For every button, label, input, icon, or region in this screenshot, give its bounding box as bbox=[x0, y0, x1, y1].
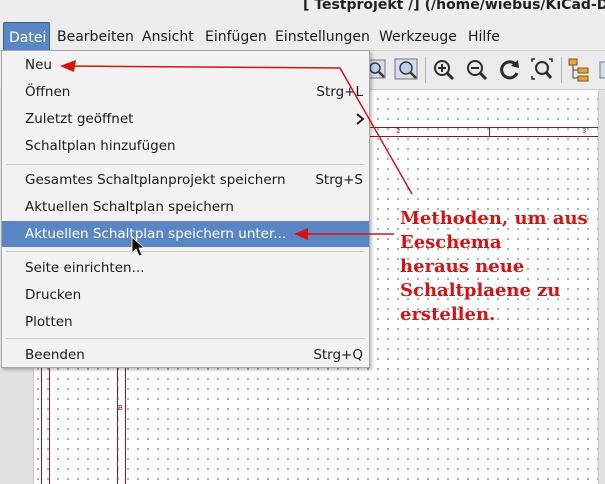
menu-separator bbox=[6, 338, 365, 339]
annotation-line: erstellen. bbox=[400, 304, 496, 325]
frame-border-top bbox=[370, 127, 598, 128]
window-title-bar: [ Testprojekt /] (/home/wiebus/KiCad-Dat… bbox=[0, 0, 605, 22]
zoom-page-icon[interactable] bbox=[393, 56, 421, 84]
menu-separator bbox=[6, 251, 365, 252]
menu-datei[interactable]: Datei bbox=[3, 22, 50, 50]
annotation-line: Eeschema bbox=[400, 232, 502, 253]
annotation-line: Methoden, um aus bbox=[400, 208, 588, 229]
menu-item-gesamtes-speichern[interactable]: Gesamtes Schaltplanprojekt speichern Str… bbox=[2, 167, 369, 193]
menu-item-aktuellen-speichern[interactable]: Aktuellen Schaltplan speichern bbox=[2, 194, 369, 220]
menu-separator bbox=[6, 164, 365, 165]
menu-item-drucken[interactable]: Drucken bbox=[2, 282, 369, 308]
menu-item-beenden[interactable]: Beenden Strg+Q bbox=[2, 342, 369, 368]
menu-item-seite-einrichten[interactable]: Seite einrichten... bbox=[2, 255, 369, 281]
redraw-icon[interactable] bbox=[496, 56, 524, 84]
annotation-line: heraus neue bbox=[400, 256, 525, 277]
frame-border-inner bbox=[370, 136, 598, 137]
menu-werkzeuge[interactable]: Werkzeuge bbox=[374, 22, 462, 50]
menu-einstellungen[interactable]: Einstellungen bbox=[270, 22, 375, 50]
shortcut-label: Strg+S bbox=[315, 172, 363, 188]
frame-divider bbox=[489, 127, 490, 137]
toolbar-separator bbox=[425, 57, 426, 83]
menu-item-oeffnen[interactable]: Öffnen Strg+L bbox=[2, 79, 369, 105]
menu-item-zuletzt-geoeffnet[interactable]: Zuletzt geöffnet bbox=[2, 106, 369, 132]
shortcut-label: Strg+Q bbox=[313, 347, 363, 363]
zoom-out-icon[interactable] bbox=[463, 56, 491, 84]
hierarchy-icon[interactable] bbox=[566, 56, 594, 84]
shortcut-label: Strg+L bbox=[316, 84, 363, 100]
annotation-line: Schaltplaene zu bbox=[400, 280, 561, 301]
frame-border-left bbox=[41, 368, 42, 484]
more-icon[interactable] bbox=[597, 56, 605, 84]
menu-item-neu[interactable]: Neu bbox=[2, 52, 369, 78]
window-title: [ Testprojekt /] (/home/wiebus/KiCad-Dat… bbox=[303, 0, 605, 13]
menu-item-speichern-unter[interactable]: Aktuellen Schaltplan speichern unter... bbox=[2, 221, 369, 247]
submenu-arrow-icon bbox=[355, 106, 365, 132]
frame-label-3: 3 bbox=[582, 127, 587, 135]
menu-bar: Datei Bearbeiten Ansicht Einfügen Einste… bbox=[0, 22, 605, 51]
file-menu-dropdown: Neu Öffnen Strg+L Zuletzt geöffnet Schal… bbox=[1, 50, 370, 368]
frame-label-2: 2 bbox=[396, 127, 401, 135]
toolbar-separator bbox=[561, 57, 562, 83]
annotation-text: Methoden, um aus Eeschema heraus neue Sc… bbox=[400, 207, 605, 327]
menu-hilfe[interactable]: Hilfe bbox=[463, 22, 505, 50]
zoom-in-icon[interactable] bbox=[430, 56, 458, 84]
menu-item-schaltplan-hinzufuegen[interactable]: Schaltplan hinzufügen bbox=[2, 133, 369, 159]
menu-item-plotten[interactable]: Plotten bbox=[2, 309, 369, 335]
menu-einfuegen[interactable]: Einfügen bbox=[200, 22, 272, 50]
menu-bearbeiten[interactable]: Bearbeiten bbox=[52, 22, 139, 50]
menu-ansicht[interactable]: Ansicht bbox=[137, 22, 199, 50]
frame-label-b: B bbox=[118, 404, 123, 412]
frame-border-left-inner bbox=[49, 368, 50, 484]
frame-column-line bbox=[125, 368, 126, 484]
zoom-fit-icon[interactable] bbox=[529, 56, 557, 84]
frame-column-line bbox=[117, 368, 118, 484]
